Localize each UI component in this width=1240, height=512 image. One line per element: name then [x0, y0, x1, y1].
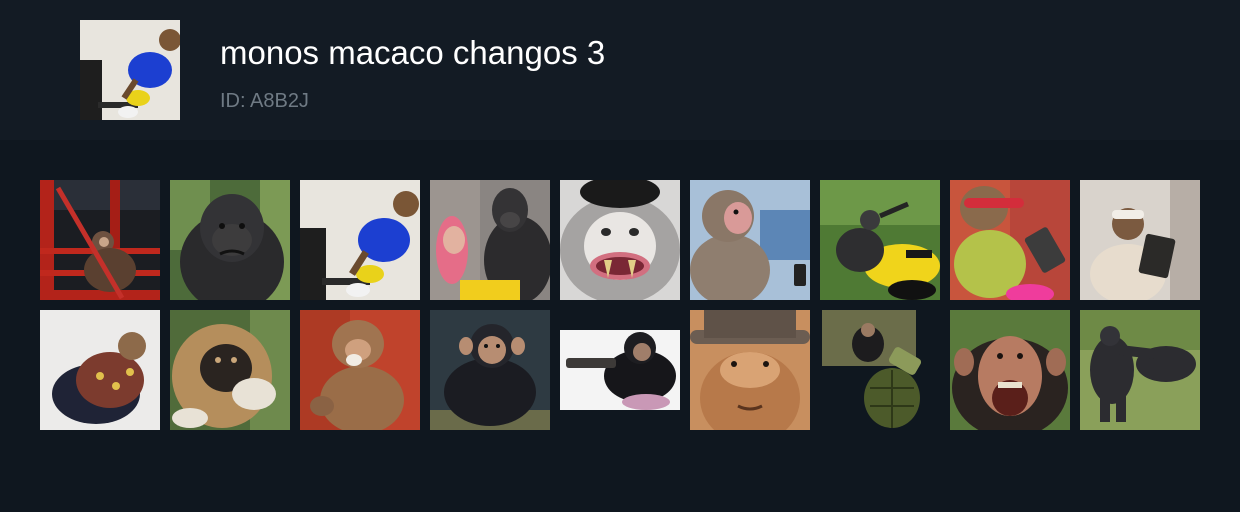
monkey-icon — [40, 180, 160, 300]
monkey-icon — [560, 180, 680, 300]
chimpanzee-icon — [950, 310, 1070, 430]
monkey-icon — [690, 180, 810, 300]
sticker-gorilla-frowning[interactable] — [170, 180, 290, 300]
sticker-gibbon-thinking[interactable] — [170, 310, 290, 430]
pack-header: monos macaco changos 3 ID: A8B2J — [0, 0, 1240, 140]
sticker-monkey-with-sunglasses[interactable] — [950, 180, 1070, 300]
monkey-icon — [300, 180, 420, 300]
sticker-monkey-eating[interactable] — [300, 310, 420, 430]
sticker-chimpanzee-screaming[interactable] — [950, 310, 1070, 430]
monkey-blue-shirt-icon — [80, 20, 180, 120]
monkey-icon — [300, 310, 420, 430]
sticker-monkey-on-motorbike[interactable] — [820, 180, 940, 300]
pack-cover-image[interactable] — [80, 20, 180, 120]
sticker-chimpanzee-sitting[interactable] — [430, 310, 550, 430]
monkey-icon — [40, 310, 160, 430]
monkey-icon — [950, 180, 1070, 300]
sticker-monkey-red-building[interactable] — [40, 180, 160, 300]
sticker-snub-nosed-monkey-fangs[interactable] — [560, 180, 680, 300]
gibbon-icon — [170, 310, 290, 430]
chimpanzee-icon — [560, 310, 680, 430]
sticker-monkey-reading-tablet[interactable] — [1080, 180, 1200, 300]
gorilla-icon — [1080, 310, 1200, 430]
sticker-gorilla-and-woman[interactable] — [430, 180, 550, 300]
sticker-macaque-with-phone[interactable] — [690, 180, 810, 300]
pack-title: monos macaco changos 3 — [220, 34, 606, 71]
monkey-icon — [820, 180, 940, 300]
monkey-icon — [690, 310, 810, 430]
gorilla-icon — [170, 180, 290, 300]
monkey-icon — [1080, 180, 1200, 300]
sticker-baby-monkey-blanket[interactable] — [40, 310, 160, 430]
sticker-monkey-with-hat[interactable] — [690, 310, 810, 430]
gorilla-icon — [430, 180, 550, 300]
sticker-chimpanzee-with-gun[interactable] — [560, 310, 680, 430]
chimpanzee-icon — [430, 310, 550, 430]
grenade-icon — [820, 310, 940, 430]
sticker-monkey-blue-shirt[interactable] — [300, 180, 420, 300]
sticker-gorillas-fighting[interactable] — [1080, 310, 1200, 430]
sticker-chimp-and-grenade[interactable] — [820, 310, 940, 430]
pack-id: ID: A8B2J — [220, 90, 309, 112]
